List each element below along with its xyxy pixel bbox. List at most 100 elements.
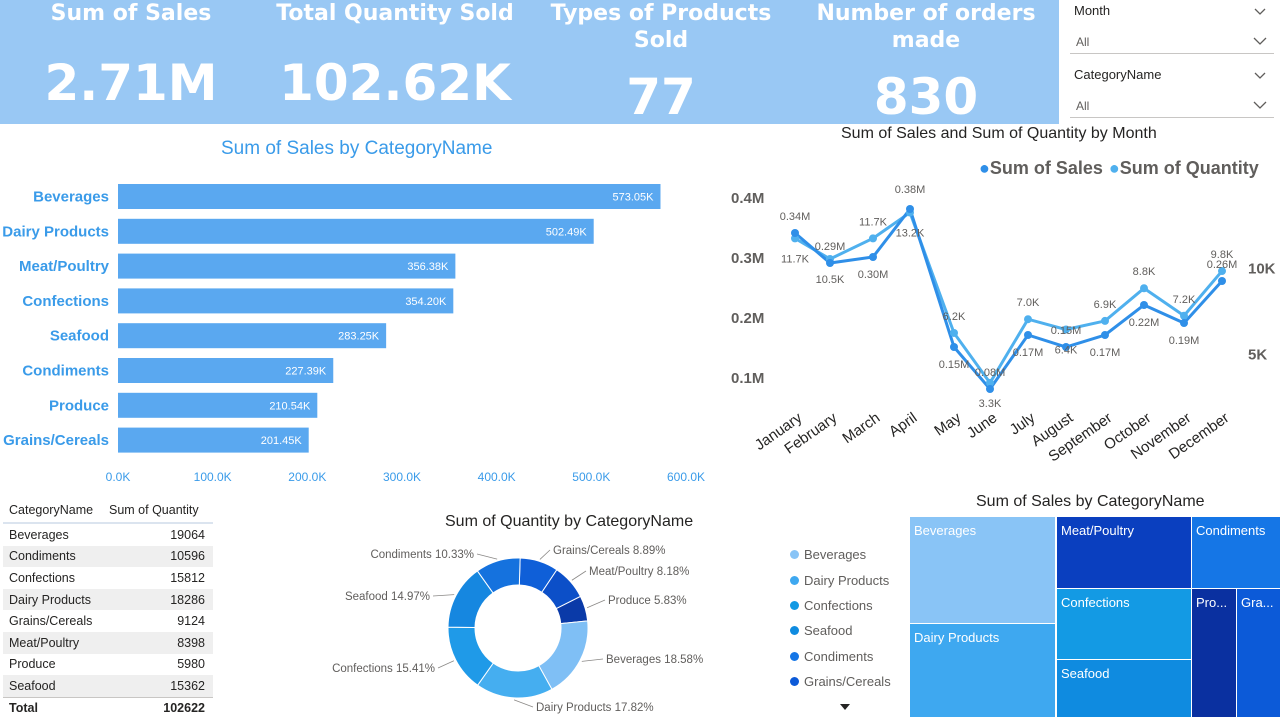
- quantity-data-label: 7.0K: [1017, 297, 1040, 309]
- x-month-label: March: [839, 409, 883, 447]
- y-right-tick-label: 10K: [1248, 261, 1276, 278]
- bar-category-label: Produce: [49, 397, 109, 414]
- table-row[interactable]: Beverages 19064: [3, 524, 213, 546]
- legend-item[interactable]: Condiments: [790, 644, 891, 669]
- sales-data-label: 0.22M: [1129, 317, 1160, 329]
- month-dropdown[interactable]: All: [1070, 30, 1274, 54]
- slicer-header[interactable]: Month: [1066, 0, 1274, 22]
- table-row[interactable]: Produce 5980: [3, 654, 213, 676]
- sales-point[interactable]: [950, 343, 958, 351]
- sales-data-label: 0.19M: [1169, 335, 1200, 347]
- donut-slice-label: Condiments 10.33%: [370, 549, 474, 561]
- x-tick-label: 0.0K: [106, 470, 131, 484]
- treemap-tile-confections[interactable]: Confections: [1057, 589, 1191, 659]
- quantity-point[interactable]: [1180, 311, 1188, 320]
- sales-point[interactable]: [1218, 277, 1226, 285]
- table-row[interactable]: Condiments 10596: [3, 545, 213, 568]
- column-header[interactable]: CategoryName: [3, 503, 103, 517]
- quantity-data-label: 11.7K: [781, 253, 810, 265]
- sales-point[interactable]: [986, 385, 994, 393]
- legend-item-sales[interactable]: ●Sum of Sales: [979, 158, 1103, 179]
- quantity-point[interactable]: [950, 328, 958, 337]
- sales-point[interactable]: [906, 205, 914, 213]
- treemap-legend: Beverages Dairy Products Confections Sea…: [790, 542, 891, 694]
- sales-point[interactable]: [1101, 331, 1109, 339]
- donut-chart-title: Sum of Quantity by CategoryName: [445, 513, 694, 530]
- sales-point[interactable]: [1140, 301, 1148, 309]
- bar[interactable]: [118, 253, 456, 279]
- bar-value-label: 227.39K: [285, 366, 327, 378]
- kpi-title: Sum of Sales: [50, 1, 212, 26]
- quantity-point[interactable]: [1101, 316, 1109, 325]
- slicer-label: Month: [1074, 3, 1111, 18]
- y-left-tick-label: 0.2M: [731, 310, 764, 327]
- slicer-header[interactable]: CategoryName: [1066, 64, 1274, 86]
- bar[interactable]: [118, 184, 661, 209]
- leader-line: [437, 660, 455, 669]
- quantity-data-label: 6.4K: [1055, 345, 1078, 357]
- quantity-point[interactable]: [869, 234, 877, 243]
- table-row[interactable]: Meat/Poultry 8398: [3, 631, 213, 654]
- legend-item[interactable]: Seafood: [790, 618, 891, 643]
- legend-scroll-down-icon[interactable]: [839, 702, 851, 712]
- sales-point[interactable]: [869, 253, 877, 261]
- quantity-data-label: 13.2K: [896, 228, 925, 240]
- bar-category-label: Condiments: [22, 363, 109, 380]
- sales-data-label: 0.15M: [1051, 325, 1082, 337]
- donut-slice-label: Confections 15.41%: [332, 663, 435, 675]
- sales-point[interactable]: [1180, 319, 1188, 327]
- legend-item[interactable]: Grains/Cereals: [790, 669, 891, 694]
- chevron-down-icon[interactable]: [1252, 0, 1268, 22]
- quantity-point[interactable]: [1024, 315, 1032, 324]
- slicer-category: CategoryName All: [1066, 64, 1274, 118]
- table-row[interactable]: Dairy Products 18286: [3, 588, 213, 611]
- sales-point[interactable]: [826, 259, 834, 267]
- table-row[interactable]: Seafood 15362: [3, 675, 213, 697]
- leader-line: [581, 658, 604, 662]
- quantity-data-label: 6.9K: [1094, 299, 1117, 311]
- dropdown-value: All: [1076, 99, 1090, 113]
- bar[interactable]: [118, 288, 454, 314]
- chevron-down-icon: [1253, 37, 1267, 45]
- bar-category-label: Meat/Poultry: [19, 258, 110, 275]
- treemap-tile-meat-poultry[interactable]: Meat/Poultry: [1057, 517, 1191, 588]
- bar-chart-title: Sum of Sales by CategoryName: [221, 138, 493, 159]
- bar-value-label: 573.05K: [613, 192, 655, 204]
- chevron-down-icon[interactable]: [1252, 64, 1268, 86]
- treemap-tile-condiments[interactable]: Condiments: [1192, 517, 1280, 588]
- treemap-tile-dairy-products[interactable]: Dairy Products: [910, 624, 1055, 717]
- quantity-data-label: 8.8K: [1133, 266, 1156, 278]
- kpi-value: 77: [626, 68, 696, 126]
- dropdown-value: All: [1076, 35, 1090, 49]
- legend-item[interactable]: Beverages: [790, 542, 891, 567]
- sales-point[interactable]: [791, 229, 799, 237]
- bar-category-label: Grains/Cereals: [3, 432, 109, 449]
- legend-item[interactable]: Dairy Products: [790, 567, 891, 592]
- legend-item-quantity[interactable]: ●Sum of Quantity: [1109, 158, 1259, 179]
- treemap-tile-grains-cereals[interactable]: Gra...: [1237, 589, 1280, 717]
- table-header: CategoryName Sum of Quantity: [3, 498, 213, 524]
- sales-point[interactable]: [1024, 331, 1032, 339]
- legend-item[interactable]: Confections: [790, 593, 891, 618]
- table-row[interactable]: Grains/Cereals 9124: [3, 610, 213, 632]
- kpi-card-orders: Number of orders made 830: [801, 0, 1051, 126]
- treemap-tile-produce[interactable]: Pro...: [1192, 589, 1236, 717]
- x-month-label: May: [931, 409, 964, 439]
- x-tick-label: 300.0K: [383, 470, 421, 484]
- quantity-series-line[interactable]: [794, 210, 1224, 386]
- quantity-data-label: 6.2K: [943, 311, 966, 323]
- bar[interactable]: [118, 218, 594, 244]
- treemap-tile-seafood[interactable]: Seafood: [1057, 660, 1191, 717]
- kpi-card-sales: Sum of Sales 2.71M: [6, 0, 256, 112]
- quantity-point[interactable]: [1140, 284, 1148, 293]
- table-row[interactable]: Confections 15812: [3, 567, 213, 589]
- bar-value-label: 354.20K: [405, 296, 447, 308]
- category-dropdown[interactable]: All: [1070, 94, 1274, 118]
- bar-category-label: Confections: [22, 293, 109, 310]
- bar-chart: Beverages 573.05K Dairy Products 502.49K Mea…: [2, 184, 705, 484]
- treemap-tile-beverages[interactable]: Beverages: [910, 517, 1055, 623]
- quantity-data-label: 3.3K: [979, 398, 1002, 410]
- table-total-row: Total 102622: [3, 696, 213, 719]
- bar-value-label: 356.38K: [407, 261, 449, 273]
- column-header[interactable]: Sum of Quantity: [103, 503, 211, 517]
